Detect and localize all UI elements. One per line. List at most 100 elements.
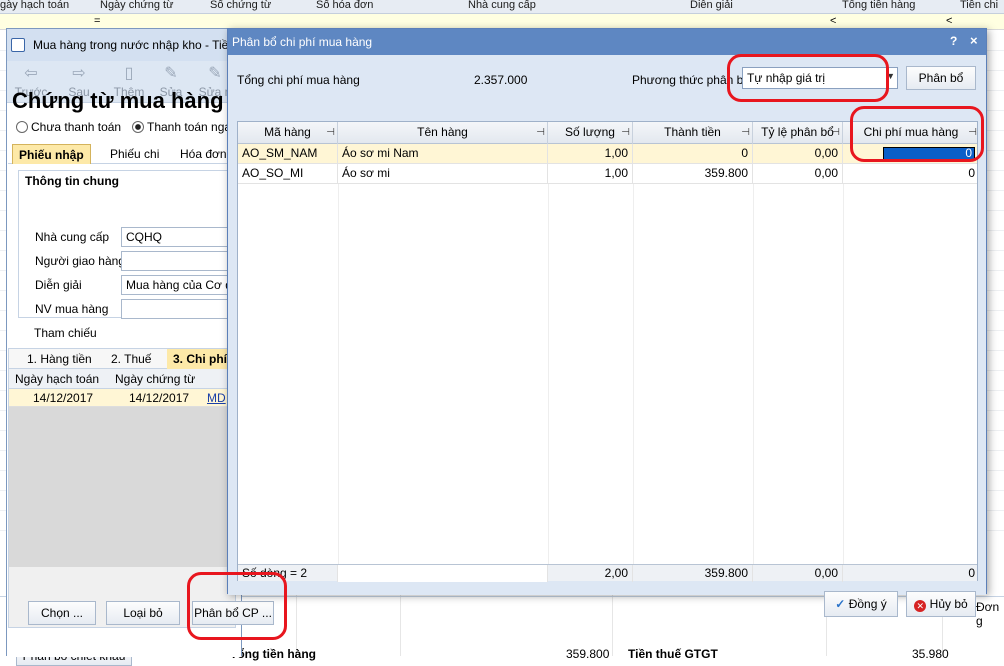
arrow-right-icon: ⇨ — [72, 65, 86, 82]
dialog-title-bar[interactable]: Phân bổ chi phí mua hàng ? × — [228, 29, 986, 55]
tab-tax[interactable]: 2. Thuế — [105, 349, 157, 369]
bg-col-posting-date[interactable]: gày hạch toán — [0, 0, 69, 11]
allocate-button[interactable]: Phân bổ — [906, 66, 976, 90]
tab-goods-money[interactable]: 1. Hàng tiền — [21, 349, 98, 369]
supplier-label: Nhà cung cấp — [35, 230, 110, 244]
col-ratio[interactable]: Tỷ lệ phân bổ ⊣ — [753, 122, 843, 144]
highlight-circle-cost-column — [850, 106, 984, 162]
pin-icon[interactable]: ⊣ — [831, 122, 840, 143]
col-item-code[interactable]: Mã hàng ⊣ — [238, 122, 338, 144]
detail-posting-date: 14/12/2017 — [33, 391, 94, 405]
col-divider — [338, 184, 339, 564]
tab-receipt[interactable]: Phiếu nhập — [12, 144, 91, 164]
tab-cost[interactable]: 3. Chi phí — [167, 349, 233, 369]
footer-quantity: 2,00 — [548, 565, 633, 582]
table-row[interactable]: 14/12/2017 14/12/2017 MD — [9, 389, 235, 407]
cancel-button[interactable]: ✕ Hủy bỏ — [906, 591, 976, 617]
allocation-grid-footer: Số dòng = 2 2,00 359.800 0,00 0 — [238, 564, 977, 582]
summary-vat-label: Tiền thuế GTGT — [628, 647, 718, 661]
filter-operator-lt[interactable]: < — [830, 15, 836, 27]
footer-purchase-cost: 0 — [968, 566, 975, 580]
row-item-name: Áo sơ mi — [338, 164, 548, 184]
description-field[interactable]: Mua hàng của Cơ qu — [121, 275, 237, 295]
remove-button[interactable]: Loại bỏ — [106, 601, 180, 625]
detail-doc-date: 14/12/2017 — [129, 391, 190, 405]
window-title-bar[interactable]: Mua hàng trong nước nhập kho - Tiền — [7, 29, 241, 61]
row-quantity: 1,00 — [548, 144, 633, 164]
tab-invoice[interactable]: Hóa đơn — [174, 144, 233, 164]
bg-col-doc-date[interactable]: Ngày chứng từ — [100, 0, 173, 11]
footer-amount: 359.800 — [633, 565, 753, 582]
radio-unpaid-indicator — [16, 121, 28, 133]
col-divider — [843, 184, 844, 564]
allocation-grid: Mã hàng ⊣ Tên hàng ⊣ Số lượng ⊣ Thành tiền ⊣… — [237, 121, 978, 582]
bg-col-doc-no[interactable]: Số chứng từ — [210, 0, 271, 11]
col-amount[interactable]: Thành tiền ⊣ — [633, 122, 753, 144]
radio-pay-now-indicator — [132, 121, 144, 133]
row-quantity: 1,00 — [548, 164, 633, 184]
select-button[interactable]: Chọn ... — [28, 601, 96, 625]
check-icon: ✓ — [835, 597, 846, 611]
summary-vat-value: 35.980 — [912, 647, 949, 661]
voucher-tabs: Phiếu nhập Phiếu chi Hóa đơn — [8, 144, 236, 164]
highlight-circle-method — [727, 54, 889, 102]
arrow-left-icon: ⇦ — [24, 65, 38, 82]
detail-grid-empty-area — [9, 407, 235, 567]
row-ratio: 0,00 — [753, 164, 843, 184]
deliverer-label: Người giao hàng — [35, 254, 125, 268]
page-title: Chứng từ mua hàng — [12, 88, 224, 113]
buyer-label: NV mua hàng — [35, 302, 109, 316]
col-divider — [548, 184, 549, 564]
pin-icon[interactable]: ⊣ — [326, 122, 335, 143]
row-item-code: AO_SM_NAM — [238, 144, 338, 164]
help-icon[interactable]: ? — [950, 34, 957, 48]
cancel-icon: ✕ — [914, 600, 927, 612]
radio-pay-now[interactable]: Thanh toán ngay — [132, 120, 237, 134]
bg-right-header: Đơn g — [976, 600, 1000, 628]
col-divider — [633, 184, 634, 564]
pin-icon[interactable]: ⊣ — [621, 122, 630, 143]
general-info-group: Thông tin chung Nhà cung cấp CQHQ Người … — [18, 170, 237, 319]
ok-button[interactable]: ✓ Đồng ý — [824, 591, 898, 617]
bg-col-total[interactable]: Tổng tiền hàng — [842, 0, 915, 11]
detail-grid-header: Ngày hạch toán Ngày chứng từ — [9, 369, 235, 389]
description-label: Diễn giải — [35, 278, 82, 292]
col-quantity[interactable]: Số lượng ⊣ — [548, 122, 633, 144]
row-item-code: AO_SO_MI — [238, 164, 338, 184]
bg-col-supplier[interactable]: Nhà cung cấp — [468, 0, 536, 11]
filter-operator-lt-2[interactable]: < — [946, 15, 952, 27]
detail-col-doc-date[interactable]: Ngày chứng từ — [115, 372, 195, 386]
background-grid-header: gày hạch toán Ngày chứng từ Số chứng từ … — [0, 0, 1004, 14]
bg-col-invoice-no[interactable]: Số hóa đơn — [316, 0, 373, 11]
filter-operator-eq[interactable]: = — [94, 15, 100, 27]
radio-unpaid[interactable]: Chưa thanh toán — [16, 120, 121, 134]
detail-doc-link[interactable]: MD — [207, 391, 226, 405]
footer-ratio: 0,00 — [753, 565, 843, 582]
general-info-title: Thông tin chung — [25, 174, 119, 188]
bg-col-payment[interactable]: Tiền chi — [960, 0, 998, 11]
detail-col-posting-date[interactable]: Ngày hạch toán — [15, 372, 99, 386]
close-icon[interactable]: × — [970, 33, 978, 48]
deliverer-field[interactable] — [121, 251, 237, 271]
col-divider — [753, 184, 754, 564]
add-document-icon: ▯ — [124, 65, 134, 82]
total-cost-label: Tổng chi phí mua hàng — [237, 73, 360, 87]
edit-icon: ✎ — [164, 65, 178, 82]
reference-label: Tham chiếu — [34, 326, 97, 340]
app-icon — [11, 38, 25, 52]
pin-icon[interactable]: ⊣ — [536, 122, 545, 143]
row-amount: 359.800 — [633, 164, 753, 184]
buyer-field[interactable] — [121, 299, 237, 319]
col-item-name[interactable]: Tên hàng ⊣ — [338, 122, 548, 144]
footer-name-blank — [338, 565, 548, 582]
pin-icon[interactable]: ⊣ — [741, 122, 750, 143]
supplier-field[interactable]: CQHQ — [121, 227, 237, 247]
row-item-name: Áo sơ mi Nam — [338, 144, 548, 164]
window-title: Mua hàng trong nước nhập kho - Tiền — [33, 38, 236, 52]
summary-total-label: Tổng tiền hàng — [230, 647, 316, 661]
tab-payment-voucher[interactable]: Phiếu chi — [104, 144, 165, 164]
table-row[interactable]: AO_SO_MI Áo sơ mi 1,00 359.800 0,00 0 — [238, 164, 977, 184]
row-ratio: 0,00 — [753, 144, 843, 164]
bg-col-description[interactable]: Diễn giải — [690, 0, 733, 11]
row-purchase-cost[interactable]: 0 — [843, 164, 979, 184]
